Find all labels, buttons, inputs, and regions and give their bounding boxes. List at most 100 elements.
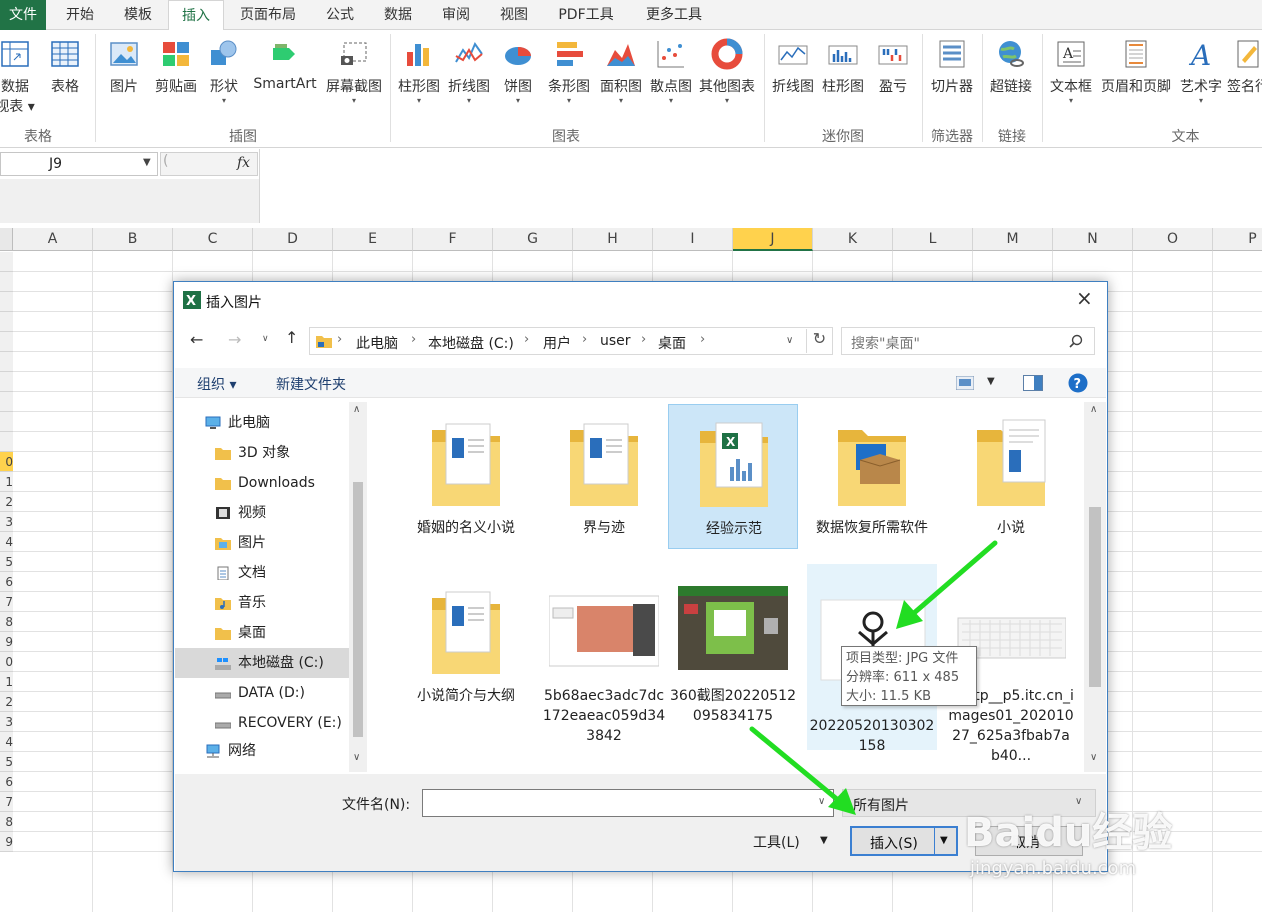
files-scrollbar[interactable]: ∧ ∨ <box>1084 402 1106 772</box>
column-header[interactable]: D <box>253 228 333 251</box>
nav-item[interactable]: Downloads <box>175 468 350 498</box>
chevron-down-icon[interactable]: ▼ <box>143 157 151 168</box>
column-header[interactable]: L <box>893 228 973 251</box>
row-header[interactable]: 4 <box>0 532 13 552</box>
chevron-down-icon[interactable]: ∨ <box>786 335 793 346</box>
tab-page-layout[interactable]: 页面布局 <box>226 0 310 30</box>
row-header[interactable] <box>0 292 13 312</box>
screenshot-button[interactable]: 屏幕截图 ▾ <box>322 34 386 122</box>
select-all-corner[interactable] <box>0 228 13 251</box>
row-header[interactable] <box>0 252 13 272</box>
row-header[interactable]: 0 <box>0 652 13 672</box>
hyperlink-button[interactable]: 超链接 <box>986 34 1036 122</box>
area-chart-button[interactable]: 面积图 ▾ <box>596 34 646 122</box>
row-header[interactable]: 1 <box>0 472 13 492</box>
table-button[interactable]: 表格 <box>44 34 86 122</box>
row-header[interactable]: 4 <box>0 732 13 752</box>
row-header[interactable]: 5 <box>0 552 13 572</box>
search-input[interactable]: 搜索"桌面" <box>851 333 920 353</box>
close-icon[interactable]: × <box>1076 286 1093 310</box>
file-item[interactable]: 数据恢复所需软件 <box>807 404 937 549</box>
row-header[interactable]: 9 <box>0 632 13 652</box>
recent-locations-icon[interactable]: ∨ <box>262 334 269 344</box>
file-item[interactable]: 360截图20220512095834175 <box>668 572 798 724</box>
tab-home[interactable]: 开始 <box>52 0 108 30</box>
row-header[interactable]: 8 <box>0 612 13 632</box>
pie-chart-button[interactable]: 饼图 ▾ <box>496 34 540 122</box>
sparkline-line-button[interactable]: 折线图 <box>768 34 818 122</box>
nav-item[interactable]: 本地磁盘 (C:) <box>175 648 350 678</box>
row-header[interactable]: 6 <box>0 572 13 592</box>
filename-field[interactable]: ∨ <box>422 789 834 817</box>
column-header[interactable]: K <box>813 228 893 251</box>
tab-insert[interactable]: 插入 <box>168 0 224 31</box>
file-item[interactable]: 婚姻的名义小说 <box>401 404 531 549</box>
row-header[interactable] <box>0 352 13 372</box>
row-header[interactable]: 8 <box>0 812 13 832</box>
chevron-down-icon[interactable]: ∨ <box>818 796 825 807</box>
nav-item[interactable]: 此电脑 <box>175 408 350 438</box>
column-header[interactable]: N <box>1053 228 1133 251</box>
refresh-icon[interactable]: ↻ <box>806 329 832 353</box>
scroll-down-icon[interactable]: ∨ <box>1090 752 1097 763</box>
row-header[interactable]: 2 <box>0 492 13 512</box>
column-header[interactable]: I <box>653 228 733 251</box>
nav-item[interactable]: 网络 <box>175 736 350 766</box>
header-footer-button[interactable]: 页眉和页脚 <box>1096 34 1176 122</box>
tools-menu[interactable]: 工具(L) <box>753 832 800 852</box>
tab-review[interactable]: 审阅 <box>428 0 484 30</box>
nav-item[interactable]: DATA (D:) <box>175 678 350 708</box>
row-header[interactable]: 0 <box>0 452 13 472</box>
column-header[interactable]: B <box>93 228 173 251</box>
search-icon[interactable] <box>1068 334 1084 350</box>
slicer-button[interactable]: 切片器 <box>926 34 978 122</box>
nav-item[interactable]: 图片 <box>175 528 350 558</box>
other-charts-button[interactable]: 其他图表 ▾ <box>696 34 758 122</box>
scroll-up-icon[interactable]: ∧ <box>1090 404 1097 415</box>
line-chart-button[interactable]: 折线图 ▾ <box>444 34 494 122</box>
signature-line-button[interactable]: 签名行 <box>1226 34 1262 122</box>
sparkline-winloss-button[interactable]: 盈亏 <box>870 34 916 122</box>
column-header[interactable]: G <box>493 228 573 251</box>
view-mode-icon[interactable] <box>956 376 974 390</box>
up-arrow-icon[interactable]: ↑ <box>285 328 298 347</box>
row-header[interactable] <box>0 332 13 352</box>
nav-item[interactable]: 视频 <box>175 498 350 528</box>
breadcrumb-drive-c[interactable]: 本地磁盘 (C:) <box>428 333 514 353</box>
tab-more-tools[interactable]: 更多工具 <box>630 0 718 30</box>
clipart-button[interactable]: 剪贴画 <box>150 34 202 122</box>
tab-file[interactable]: 文件 <box>0 0 46 30</box>
column-header[interactable]: P <box>1213 228 1262 251</box>
tab-data[interactable]: 数据 <box>370 0 426 30</box>
smartart-button[interactable]: SmartArt <box>250 34 320 122</box>
nav-item[interactable]: 音乐 <box>175 588 350 618</box>
breadcrumb-desktop[interactable]: 桌面 <box>658 333 686 353</box>
file-item[interactable]: 小说简介与大纲 <box>401 572 531 717</box>
nav-item[interactable]: 文档 <box>175 558 350 588</box>
column-header[interactable]: H <box>573 228 653 251</box>
scroll-down-icon[interactable]: ∨ <box>353 752 360 763</box>
insert-options-icon[interactable]: ▼ <box>940 835 948 846</box>
back-arrow-icon[interactable]: ← <box>190 330 203 349</box>
bar-chart-button[interactable]: 条形图 ▾ <box>544 34 594 122</box>
wordart-button[interactable]: A 艺术字 ▾ <box>1176 34 1226 122</box>
cancel-formula-icon[interactable]: ( <box>163 153 168 169</box>
breadcrumb-pc[interactable]: 此电脑 <box>356 333 398 353</box>
column-header[interactable]: E <box>333 228 413 251</box>
files-scroll-thumb[interactable] <box>1089 507 1101 687</box>
row-header[interactable] <box>0 412 13 432</box>
new-folder-button[interactable]: 新建文件夹 <box>276 374 346 394</box>
column-chart-button[interactable]: 柱形图 ▾ <box>394 34 444 122</box>
nav-scrollbar[interactable]: ∧ ∨ <box>349 402 367 772</box>
scroll-up-icon[interactable]: ∧ <box>353 404 360 415</box>
view-options-icon[interactable]: ▼ <box>987 376 995 387</box>
tab-template[interactable]: 模板 <box>110 0 166 30</box>
row-header[interactable]: 2 <box>0 692 13 712</box>
address-bar[interactable]: › 此电脑 › 本地磁盘 (C:) › 用户 › user › 桌面 › ∨ ↻ <box>309 327 833 355</box>
row-header[interactable]: 5 <box>0 752 13 772</box>
help-icon[interactable]: ? <box>1068 373 1088 393</box>
column-header[interactable]: O <box>1133 228 1213 251</box>
picture-button[interactable]: 图片 <box>104 34 144 122</box>
nav-item[interactable]: 3D 对象 <box>175 438 350 468</box>
formula-input[interactable] <box>260 149 1262 223</box>
